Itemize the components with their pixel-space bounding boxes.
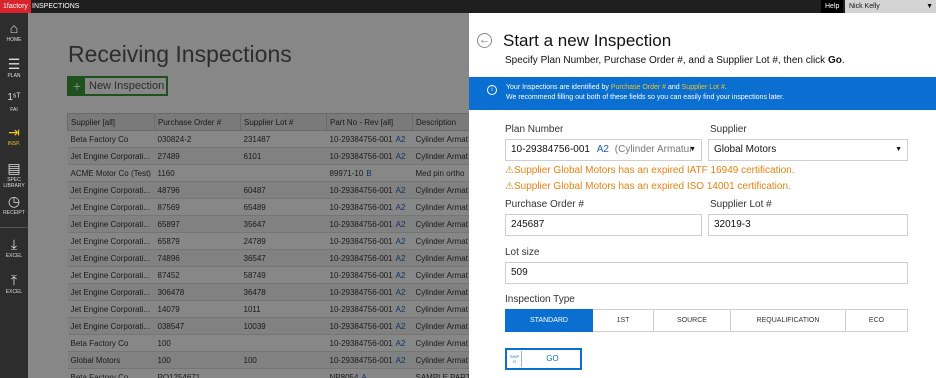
tab-eco[interactable]: ECO	[846, 309, 908, 332]
panel-title: Start a new Inspection	[503, 31, 672, 50]
subtitle-go-text: Go	[827, 55, 842, 66]
modal-backdrop[interactable]	[28, 13, 469, 378]
new-inspection-panel: ← Start a new Inspection Specify Plan Nu…	[469, 13, 936, 378]
inspection-type-tabs: STANDARD 1ST SOURCE REQUALIFICATION ECO	[505, 309, 908, 332]
tab-source[interactable]: SOURCE	[654, 309, 731, 332]
plan-number-select[interactable]: 10-29384756-001 A2 (Cylinder Armatur ▼	[505, 139, 702, 161]
plan-icon: ☰	[7, 56, 21, 72]
brand-logo[interactable]: 1factory	[0, 0, 31, 13]
go-label: GO	[546, 354, 559, 363]
help-button[interactable]: Help	[821, 0, 844, 13]
info-text-period: .	[724, 84, 727, 91]
go-button[interactable]: SHIP G GO	[505, 348, 582, 370]
inspection-icon: ⇥	[8, 124, 20, 140]
excel-upload-icon: ⤒	[10, 272, 18, 288]
lot-size-input[interactable]: 509	[505, 262, 908, 284]
sidebar-item-label: INSP.	[7, 141, 21, 147]
lot-size-label: Lot size	[505, 247, 540, 258]
inspection-type-label: Inspection Type	[505, 294, 575, 305]
supplier-lot-input[interactable]: 32019-3	[708, 214, 908, 236]
sidebar-item-excel-download[interactable]: ⤓ EXCEL	[0, 231, 28, 267]
sidebar-item-plan[interactable]: ☰ PLAN	[0, 51, 28, 87]
sidebar-item-label: EXCEL	[5, 289, 23, 295]
tab-standard[interactable]: STANDARD	[505, 309, 593, 332]
back-arrow-icon[interactable]: ←	[477, 33, 492, 48]
top-bar: 1factory INSPECTIONS Help Nick Kelly ▼	[0, 0, 936, 13]
supplier-lot-value: 32019-3	[714, 219, 751, 230]
purchase-order-value: 245687	[511, 219, 545, 230]
first-article-icon: 1ˢᵀ	[7, 92, 21, 103]
receipt-icon: ◷	[7, 193, 21, 209]
sidebar-item-home[interactable]: ⌂ HOME	[0, 15, 28, 51]
sidebar-item-excel-upload[interactable]: ⤒ EXCEL	[0, 267, 28, 303]
plan-revision: A2	[596, 144, 609, 155]
supplier-label: Supplier	[710, 124, 747, 135]
sidebar-item-label: RECEIPT	[3, 210, 25, 216]
info-highlight-lot: Supplier Lot #	[681, 84, 725, 91]
excel-download-icon: ⤓	[10, 236, 18, 252]
sidebar-item-inspections[interactable]: ⇥ INSP.	[0, 119, 28, 155]
user-name: Nick Kelly	[849, 3, 880, 10]
supplier-select[interactable]: Global Motors ▼	[708, 139, 908, 161]
plan-description: (Cylinder Armatur	[614, 144, 693, 155]
plan-number-value: 10-29384756-001	[511, 144, 590, 155]
supplier-value: Global Motors	[714, 144, 777, 155]
sidebar: ⌂ HOME ☰ PLAN 1ˢᵀ FAI ⇥ INSP. ▤ SPEC LIB…	[0, 13, 28, 378]
info-line-1: Your Inspections are identified by Purch…	[506, 84, 727, 91]
info-text: Your Inspections are identified by	[506, 84, 611, 91]
tab-1st[interactable]: 1ST	[593, 309, 654, 332]
app-title: INSPECTIONS	[32, 3, 80, 10]
info-banner: i Your Inspections are identified by Pur…	[469, 77, 936, 110]
lot-size-value: 509	[511, 267, 528, 278]
plan-number-label: Plan Number	[505, 124, 564, 135]
warning-iso-expired: ⚠Supplier Global Motors has an expired I…	[505, 181, 791, 192]
sidebar-divider	[0, 227, 28, 228]
warning-iatf-expired: ⚠Supplier Global Motors has an expired I…	[505, 165, 795, 176]
spec-library-icon: ▤	[7, 160, 21, 176]
chevron-down-icon: ▼	[895, 146, 902, 153]
purchase-order-label: Purchase Order #	[505, 199, 584, 210]
user-menu[interactable]: Nick Kelly ▼	[845, 0, 936, 13]
purchase-order-input[interactable]: 245687	[505, 214, 702, 236]
info-icon: i	[487, 85, 497, 95]
subtitle-period: .	[841, 55, 845, 66]
supplier-lot-label: Supplier Lot #	[710, 199, 772, 210]
sidebar-item-receipt[interactable]: ◷ RECEIPT	[0, 188, 28, 224]
info-text-and: and	[666, 84, 682, 91]
subtitle-text: Specify Plan Number, Purchase Order #, a…	[505, 55, 828, 66]
info-highlight-po: Purchase Order #	[610, 84, 667, 91]
panel-subtitle: Specify Plan Number, Purchase Order #, a…	[505, 55, 845, 66]
info-line-2: We recommend filling out both of these f…	[506, 94, 785, 101]
chevron-down-icon: ▼	[689, 146, 696, 153]
chevron-down-icon: ▼	[926, 3, 933, 10]
ship-icon: SHIP G	[508, 351, 522, 367]
sidebar-item-label: PLAN	[7, 73, 21, 79]
sidebar-item-fai[interactable]: 1ˢᵀ FAI	[0, 85, 28, 121]
sidebar-item-label: HOME	[6, 37, 22, 43]
tab-requalification[interactable]: REQUALIFICATION	[731, 309, 846, 332]
sidebar-item-label: EXCEL	[5, 253, 23, 259]
sidebar-item-spec-library[interactable]: ▤ SPEC LIBRARY	[0, 155, 28, 191]
sidebar-item-label: FAI	[10, 107, 18, 113]
home-icon: ⌂	[9, 20, 19, 36]
